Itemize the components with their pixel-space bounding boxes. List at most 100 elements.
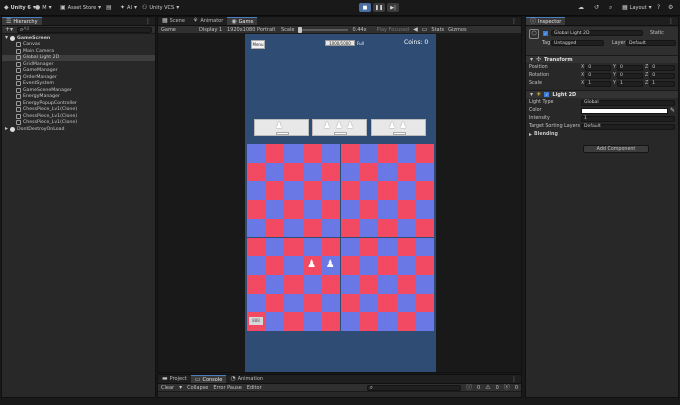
board-cell[interactable]	[303, 218, 322, 238]
board-cell[interactable]	[340, 237, 360, 257]
board-cell[interactable]	[359, 256, 378, 275]
step-button[interactable]: ▶|	[387, 3, 399, 12]
board-cell[interactable]	[340, 312, 360, 331]
board-cell[interactable]	[284, 312, 304, 331]
order-card-button[interactable]	[393, 132, 406, 135]
board-cell[interactable]	[340, 218, 360, 238]
board-cell[interactable]	[321, 218, 341, 238]
board-cell[interactable]	[415, 200, 434, 219]
board-cell[interactable]	[303, 144, 322, 163]
gizmos-dropdown[interactable]: Gizmos	[448, 27, 466, 33]
menu-button[interactable]: Menu	[251, 40, 265, 49]
position-x-field[interactable]: 0	[585, 64, 611, 71]
board-cell[interactable]	[415, 237, 434, 257]
board-cell[interactable]	[415, 256, 434, 275]
board-cell[interactable]	[396, 218, 416, 238]
vcs-button[interactable]: ⚇ Unity VCS ▾	[142, 4, 179, 12]
light2d-enabled-checkbox[interactable]: ✓	[544, 92, 550, 97]
ai-button[interactable]: ✦ AI ▾	[120, 4, 137, 12]
board-cell[interactable]	[247, 293, 266, 313]
mute-icon[interactable]: ◀	[413, 26, 418, 33]
light-type-dropdown[interactable]: Global	[581, 99, 675, 106]
order-card-button[interactable]	[334, 132, 347, 135]
play-focused-dropdown[interactable]: Play Focused	[377, 27, 410, 33]
board-cell[interactable]	[340, 274, 360, 294]
board-cell[interactable]	[321, 274, 341, 294]
hierarchy-search-input[interactable]: ⌕ All	[17, 26, 152, 33]
add-component-button[interactable]: Add Component	[583, 145, 649, 153]
rotation-y-field[interactable]: 0	[616, 72, 643, 79]
board-cell[interactable]	[377, 256, 397, 275]
console-search-input[interactable]: ⌕	[366, 384, 462, 391]
board-cell[interactable]	[340, 200, 360, 219]
chess-pawn-icon[interactable]: ♟	[307, 260, 316, 270]
tab-hierarchy[interactable]: ☰ Hierarchy	[2, 17, 42, 25]
play-button[interactable]: ■	[359, 3, 371, 12]
user-button[interactable]: ● M ▾	[35, 4, 52, 12]
layer-dropdown[interactable]: Default	[626, 40, 676, 46]
board-cell[interactable]	[303, 237, 322, 257]
scale-slider-handle[interactable]	[298, 26, 303, 33]
board-cell[interactable]	[359, 200, 378, 219]
transform-header[interactable]: ▾ ✣ Transform	[526, 55, 678, 63]
scale-slider[interactable]	[298, 26, 349, 33]
board-cell[interactable]	[359, 274, 378, 294]
more-options-icon[interactable]: ⋮	[511, 377, 517, 383]
blending-row[interactable]: ▸ Blending	[529, 131, 675, 138]
board-cell[interactable]	[396, 293, 416, 313]
order-card-button[interactable]	[276, 132, 289, 135]
clear-button[interactable]: Clear	[161, 385, 174, 391]
board-cell[interactable]	[265, 237, 285, 257]
board-cell[interactable]	[303, 312, 322, 331]
resolution-dropdown[interactable]: 1920x1080 Portrait	[227, 27, 277, 33]
asset-store-button[interactable]: ▣ Asset Store ▾	[60, 4, 101, 12]
board-cell[interactable]	[415, 218, 434, 238]
order-card[interactable]: ♟ ♟ ♟	[312, 119, 367, 136]
board-cell[interactable]	[340, 144, 360, 163]
history-button[interactable]: ↺	[594, 4, 599, 12]
rotation-z-field[interactable]: 0	[649, 72, 675, 79]
board-cell[interactable]	[265, 312, 285, 331]
game-screen[interactable]: Menu 1000/1000 Full Coins: 0 ♟ ♟ ♟ ♟ ♟ ♟	[245, 34, 436, 372]
light2d-header[interactable]: ▾ ☀ ✓ Light 2D	[526, 90, 678, 98]
board-cell[interactable]	[359, 181, 378, 201]
chess-pawn-icon[interactable]: ♟	[326, 260, 335, 270]
board-cell[interactable]	[396, 200, 416, 219]
expand-arrow-icon[interactable]: ▸	[5, 126, 8, 132]
board-cell[interactable]	[321, 200, 341, 219]
board-cell[interactable]	[247, 162, 266, 182]
board-cell[interactable]	[321, 293, 341, 313]
rotation-x-field[interactable]: 0	[585, 72, 611, 79]
object-name-field[interactable]: Global Light 2D	[551, 30, 643, 36]
board-cell[interactable]	[303, 181, 322, 201]
board-cell[interactable]	[321, 162, 341, 182]
board-cell[interactable]	[377, 200, 397, 219]
board-cell[interactable]	[247, 218, 266, 238]
board-cell[interactable]	[284, 162, 304, 182]
search-button[interactable]: ⌕	[609, 4, 612, 12]
board-cell[interactable]	[359, 237, 378, 257]
intensity-field[interactable]: 1	[581, 115, 675, 122]
board-cell[interactable]	[415, 312, 434, 331]
board-cell[interactable]	[377, 181, 397, 201]
board-cell[interactable]	[396, 144, 416, 163]
board-cell[interactable]	[321, 181, 341, 201]
tab-scene[interactable]: ▦ Scene	[158, 17, 189, 25]
board-cell[interactable]	[415, 162, 434, 182]
board-cell[interactable]	[284, 274, 304, 294]
board-cell[interactable]	[340, 162, 360, 182]
board-cell[interactable]	[396, 256, 416, 275]
board-cell[interactable]	[265, 181, 285, 201]
board-cell[interactable]	[303, 162, 322, 182]
board-cell[interactable]	[359, 293, 378, 313]
chevron-down-icon[interactable]: ▾	[179, 384, 182, 391]
board-cell[interactable]	[265, 162, 285, 182]
board-cell[interactable]	[321, 237, 341, 257]
board-cell[interactable]	[284, 237, 304, 257]
board-cell[interactable]	[377, 274, 397, 294]
board-cell[interactable]	[284, 144, 304, 163]
more-options-icon[interactable]: ⋮	[511, 19, 517, 25]
tab-game[interactable]: ◉ Game	[227, 17, 258, 25]
error-pause-toggle[interactable]: Error Pause	[213, 385, 241, 391]
board-cell[interactable]	[284, 181, 304, 201]
